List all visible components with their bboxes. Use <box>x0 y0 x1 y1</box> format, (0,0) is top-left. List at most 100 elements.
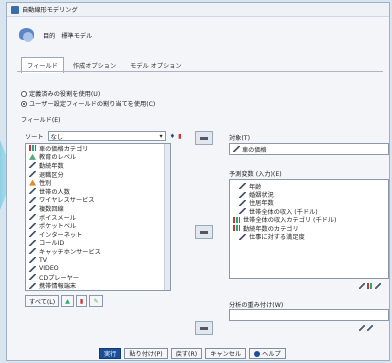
predictors-label: 予測変数 (入力)(E) <box>229 171 282 178</box>
list-item[interactable]: ポケットベル <box>26 221 170 230</box>
list-item[interactable]: 仕事に対する満足度 <box>233 232 385 242</box>
goal-label: 目的 <box>43 32 56 40</box>
weight-measure-icons <box>359 325 373 331</box>
pencil-icon <box>239 208 246 215</box>
pencil-icon <box>29 196 36 203</box>
list-item[interactable]: 教育のレベル <box>26 153 170 161</box>
list-item[interactable]: 勤続年数 <box>26 161 170 170</box>
help-button[interactable]: ヘルプ <box>249 348 286 359</box>
list-filter-buttons: すべて(L) ▲ ▮ ✎ <box>25 295 103 307</box>
orange-icon <box>29 179 36 186</box>
list-item[interactable]: インターネット <box>26 230 170 239</box>
list-item[interactable]: コールID <box>26 239 170 247</box>
list-item-label: 仕事に対する満足度 <box>249 234 305 242</box>
sort-bars-icon[interactable]: ▮ <box>178 133 181 140</box>
scale-icon: ✎ <box>93 297 99 305</box>
pencil-icon <box>239 199 246 206</box>
pencil-icon <box>29 205 36 212</box>
pencil-icon <box>29 188 36 195</box>
show-all-button[interactable]: すべて(L) <box>25 295 60 307</box>
weight-field[interactable] <box>229 309 389 321</box>
list-item[interactable]: 世帯の人数 <box>26 187 170 196</box>
pencil-icon <box>29 265 36 272</box>
predictor-measure-icons <box>359 283 381 289</box>
list-item[interactable]: 複数回線 <box>26 204 170 213</box>
bars-icon <box>233 225 240 232</box>
ordinal-filter-button[interactable]: ▮ <box>75 295 88 307</box>
tab-divider <box>17 71 383 72</box>
goal-header: 目的 標準モデル <box>17 26 92 44</box>
list-item[interactable]: VIDEO <box>26 264 170 273</box>
move-to-predictors-button[interactable] <box>195 225 213 239</box>
pencil-icon <box>29 171 36 178</box>
help-icon <box>254 350 261 357</box>
pencil-icon <box>239 233 246 240</box>
nominal-icon: ▲ <box>65 297 70 305</box>
list-item[interactable]: 車の価格カテゴリ <box>26 144 170 153</box>
pencil-icon <box>375 283 381 289</box>
predictors-list[interactable]: 年齢 婚姻状況 住居年数 世帯全体の収入 (千ドル) 世帯全体の収入カテゴリ (千ドル)… <box>229 179 389 279</box>
pencil-icon <box>233 146 240 152</box>
list-item[interactable]: ボイスメール <box>26 213 170 222</box>
fields-label: フィールド(E) <box>21 117 61 124</box>
list-item[interactable]: ワイヤレスサービス <box>26 196 170 204</box>
pencil-icon <box>359 283 365 289</box>
sort-select[interactable]: なし ▾ <box>47 131 166 141</box>
radio-label: 定義済みの役割を使用(U) <box>29 91 101 98</box>
list-item-label: VIDEO <box>39 265 59 273</box>
pencil-icon <box>29 239 36 246</box>
radio-label: ユーザー設定フィールドの割り当てを使用(C) <box>29 101 156 108</box>
list-item-label: キャッチホンサービス <box>39 248 101 256</box>
pencil-icon <box>239 183 246 190</box>
list-item[interactable]: TV <box>26 256 170 265</box>
goal-value: 標準モデル <box>61 32 93 40</box>
pencil-icon <box>29 274 36 281</box>
target-field[interactable]: 車の価格 <box>229 143 389 155</box>
dialog-window: 自動線形モデリング 目的 標準モデル フィールド 作成オプション モデル オプシ… <box>6 2 390 361</box>
pencil-icon <box>29 222 36 229</box>
bars-icon <box>29 145 36 152</box>
pencil-icon <box>29 257 36 264</box>
sort-row: ソート なし ▾ ♦ ▮ <box>25 131 182 141</box>
list-item-label: 携帯情報端末 <box>39 283 77 291</box>
radio-icon <box>21 100 27 107</box>
run-button[interactable]: 実行 <box>99 348 122 359</box>
pencil-icon <box>29 162 36 169</box>
sort-asc-icon[interactable]: ♦ <box>170 133 176 140</box>
reset-label: 戻す(R) <box>175 351 198 358</box>
cancel-button[interactable]: キャンセル <box>205 348 247 359</box>
ordinal-icon: ▮ <box>79 297 84 305</box>
move-to-weight-button[interactable] <box>195 321 213 335</box>
scale-filter-button[interactable]: ✎ <box>89 295 103 307</box>
show-all-label: すべて(L) <box>29 298 56 306</box>
weight-label: 分析の重み付け(W) <box>229 302 284 309</box>
list-item[interactable]: 退職区分 <box>26 170 170 179</box>
radio-icon <box>21 90 27 97</box>
run-label: 実行 <box>104 351 117 358</box>
reset-button[interactable]: 戻す(R) <box>170 348 203 359</box>
pencil-icon <box>29 231 36 238</box>
goal-icon <box>17 26 37 44</box>
pencil-icon <box>29 282 36 289</box>
paste-button[interactable]: 貼り付け(P) <box>124 348 168 359</box>
help-label: ヘルプ <box>262 351 281 358</box>
radio-custom-assignment[interactable]: ユーザー設定フィールドの割り当てを使用(C) <box>21 99 155 108</box>
sort-value: なし <box>50 133 63 141</box>
pencil-icon <box>359 325 365 331</box>
sort-label: ソート <box>25 133 44 141</box>
window-title: 自動線形モデリング <box>22 7 78 14</box>
list-item[interactable]: 携帯情報端末 <box>26 282 170 291</box>
list-item[interactable]: PC <box>26 290 170 291</box>
pencil-icon <box>29 214 36 221</box>
move-to-target-button[interactable] <box>195 131 213 145</box>
bars-icon <box>233 216 240 223</box>
nominal-filter-button[interactable]: ▲ <box>61 295 74 307</box>
list-item[interactable]: キャッチホンサービス <box>26 247 170 256</box>
pencil-icon <box>239 191 246 198</box>
list-item[interactable]: 性別 <box>26 178 170 187</box>
bars-icon <box>367 283 373 289</box>
field-list[interactable]: 車の価格カテゴリ 教育のレベル 勤続年数 退職区分 性別 世帯の人数 ワイヤレスサービス 複数… <box>25 143 171 291</box>
radio-predefined-roles[interactable]: 定義済みの役割を使用(U) <box>21 89 100 98</box>
field-list-scrollbar[interactable] <box>164 144 170 290</box>
list-item[interactable]: CDプレーヤー <box>26 273 170 282</box>
